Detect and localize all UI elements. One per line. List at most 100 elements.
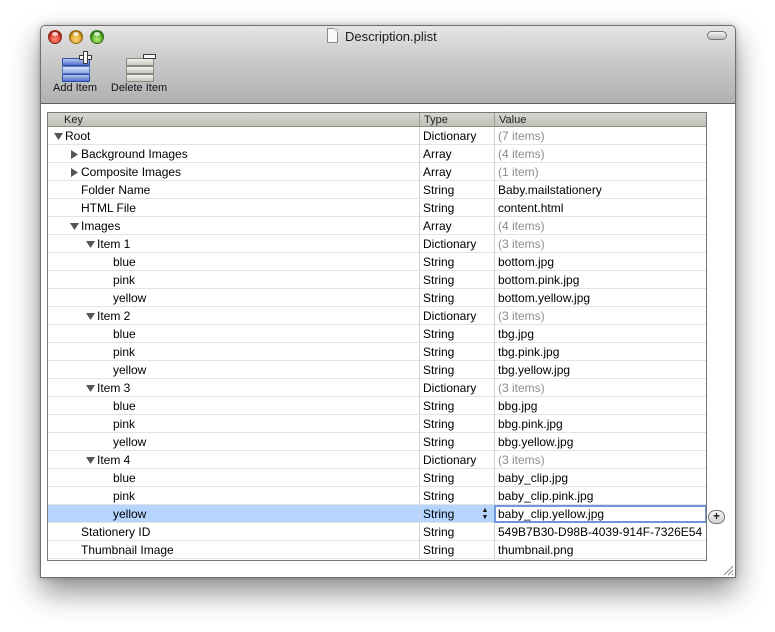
value-cell[interactable]: (3 items) (495, 235, 706, 253)
value-cell[interactable]: baby_clip.pink.jpg (495, 487, 706, 505)
add-item-button[interactable]: Add Item (47, 51, 103, 94)
type-cell[interactable]: String (420, 397, 495, 415)
table-row[interactable]: Item 2 Dictionary (3 items) (48, 307, 706, 325)
value-cell[interactable]: bottom.yellow.jpg (495, 289, 706, 307)
table-row[interactable]: Root Dictionary (7 items) (48, 127, 706, 145)
table-row[interactable]: blue String bbg.jpg (48, 397, 706, 415)
table-row[interactable]: blue String tbg.jpg (48, 325, 706, 343)
key-cell[interactable]: Stationery ID (48, 523, 420, 541)
value-cell[interactable]: Baby.mailstationery (495, 181, 706, 199)
value-cell[interactable]: (4 items) (495, 217, 706, 235)
column-header-key[interactable]: Key (48, 113, 420, 127)
key-cell[interactable]: Root (48, 127, 420, 145)
delete-item-button[interactable]: Delete Item (107, 52, 171, 94)
value-cell[interactable]: (4 items) (495, 145, 706, 163)
disclosure-open-icon[interactable] (86, 456, 95, 465)
type-cell[interactable]: Array (420, 145, 495, 163)
disclosure-open-icon[interactable] (70, 222, 79, 231)
type-cell[interactable]: String (420, 271, 495, 289)
key-cell[interactable]: pink (48, 487, 420, 505)
key-cell[interactable]: Images (48, 217, 420, 235)
key-cell[interactable]: Item 4 (48, 451, 420, 469)
value-cell[interactable]: baby_clip.jpg (495, 469, 706, 487)
type-cell[interactable]: String (420, 199, 495, 217)
column-header-value[interactable]: Value (495, 113, 706, 127)
type-cell[interactable]: String (420, 361, 495, 379)
table-row[interactable]: blue String bottom.jpg (48, 253, 706, 271)
table-row[interactable]: Item 3 Dictionary (3 items) (48, 379, 706, 397)
type-cell[interactable]: String (420, 433, 495, 451)
value-cell[interactable]: (1 item) (495, 163, 706, 181)
type-cell[interactable]: String (420, 325, 495, 343)
type-cell[interactable]: Dictionary (420, 379, 495, 397)
key-cell[interactable]: Item 3 (48, 379, 420, 397)
table-row[interactable]: pink String bbg.pink.jpg (48, 415, 706, 433)
key-cell[interactable]: yellow (48, 433, 420, 451)
value-cell[interactable]: tbg.jpg (495, 325, 706, 343)
value-cell[interactable]: content.html (495, 199, 706, 217)
type-cell[interactable]: String (420, 523, 495, 541)
table-row[interactable]: yellow String tbg.yellow.jpg (48, 361, 706, 379)
type-cell[interactable]: String (420, 541, 495, 559)
minimize-icon[interactable] (69, 30, 83, 44)
type-cell[interactable]: Dictionary (420, 307, 495, 325)
table-row[interactable]: Background Images Array (4 items) (48, 145, 706, 163)
table-row[interactable]: Stationery ID String 549B7B30-D98B-4039-91… (48, 523, 706, 541)
type-cell[interactable]: Array (420, 217, 495, 235)
key-cell[interactable]: Folder Name (48, 181, 420, 199)
disclosure-open-icon[interactable] (86, 312, 95, 321)
table-row[interactable]: pink String bottom.pink.jpg (48, 271, 706, 289)
key-cell[interactable]: blue (48, 469, 420, 487)
type-cell[interactable]: String (420, 181, 495, 199)
disclosure-closed-icon[interactable] (70, 150, 79, 159)
key-cell[interactable]: Item 2 (48, 307, 420, 325)
table-row[interactable]: yellow String ▲ ▼ baby_clip.yellow.jpg (48, 505, 706, 523)
table-row[interactable]: pink String tbg.pink.jpg (48, 343, 706, 361)
value-cell[interactable]: (3 items) (495, 451, 706, 469)
type-stepper-icon[interactable]: ▲ ▼ (480, 507, 490, 521)
value-cell[interactable]: (3 items) (495, 307, 706, 325)
stepper-up[interactable]: ▲ (480, 507, 490, 514)
value-edit-field[interactable]: baby_clip.yellow.jpg (494, 505, 706, 523)
type-cell[interactable]: Array (420, 163, 495, 181)
key-cell[interactable]: blue (48, 253, 420, 271)
value-cell[interactable]: bottom.pink.jpg (495, 271, 706, 289)
key-cell[interactable]: yellow (48, 505, 420, 523)
key-cell[interactable]: blue (48, 325, 420, 343)
table-row[interactable]: Thumbnail Image String thumbnail.png (48, 541, 706, 559)
type-cell[interactable]: String (420, 253, 495, 271)
value-cell[interactable]: bottom.jpg (495, 253, 706, 271)
type-cell[interactable]: String (420, 343, 495, 361)
table-row[interactable]: Composite Images Array (1 item) (48, 163, 706, 181)
plist-outline-table[interactable]: Key Type Value Root Dictionary (7 items) Ba… (47, 112, 707, 561)
key-cell[interactable]: Item 1 (48, 235, 420, 253)
key-cell[interactable]: Background Images (48, 145, 420, 163)
type-cell[interactable]: Dictionary (420, 451, 495, 469)
key-cell[interactable]: pink (48, 343, 420, 361)
type-cell[interactable]: Dictionary (420, 235, 495, 253)
disclosure-closed-icon[interactable] (70, 168, 79, 177)
key-cell[interactable]: yellow (48, 289, 420, 307)
disclosure-open-icon[interactable] (86, 240, 95, 249)
key-cell[interactable]: blue (48, 397, 420, 415)
table-row[interactable]: pink String baby_clip.pink.jpg (48, 487, 706, 505)
value-cell[interactable]: tbg.pink.jpg (495, 343, 706, 361)
table-row[interactable]: Item 4 Dictionary (3 items) (48, 451, 706, 469)
value-cell[interactable]: bbg.jpg (495, 397, 706, 415)
table-row[interactable]: yellow String bbg.yellow.jpg (48, 433, 706, 451)
table-row[interactable]: HTML File String content.html (48, 199, 706, 217)
type-cell[interactable]: String (420, 469, 495, 487)
key-cell[interactable]: Composite Images (48, 163, 420, 181)
type-cell[interactable]: String (420, 487, 495, 505)
value-cell[interactable]: (3 items) (495, 379, 706, 397)
disclosure-open-icon[interactable] (86, 384, 95, 393)
type-cell[interactable]: Dictionary (420, 127, 495, 145)
key-cell[interactable]: yellow (48, 361, 420, 379)
stepper-down[interactable]: ▼ (480, 514, 490, 521)
value-cell[interactable]: bbg.yellow.jpg (495, 433, 706, 451)
table-row[interactable]: Folder Name String Baby.mailstationery (48, 181, 706, 199)
resize-grip-icon[interactable] (722, 564, 734, 576)
toolbar-toggle-icon[interactable] (707, 31, 727, 40)
table-row[interactable]: Item 1 Dictionary (3 items) (48, 235, 706, 253)
type-cell[interactable]: String (420, 289, 495, 307)
